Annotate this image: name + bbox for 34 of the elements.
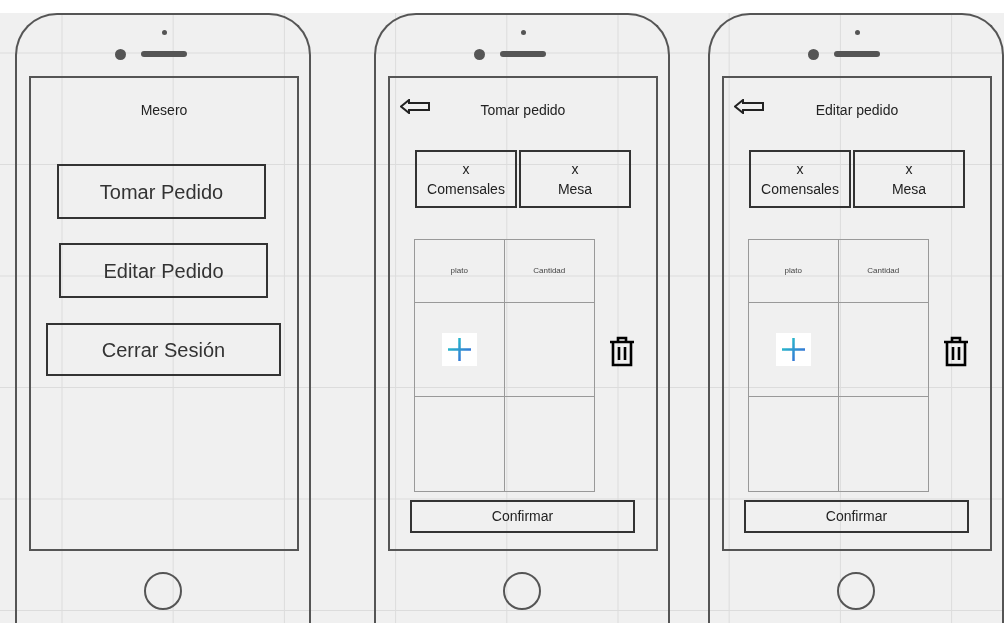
speaker-icon [834,51,880,57]
trash-icon[interactable] [943,336,969,367]
column-header: plato [415,240,505,303]
speaker-icon [141,51,187,57]
sensor-icon [855,30,860,35]
home-button[interactable] [837,572,875,610]
trash-icon[interactable] [609,336,635,367]
home-button[interactable] [503,572,541,610]
column-header: plato [749,240,839,303]
add-icon[interactable] [441,333,477,366]
column-header: Cantidad [838,240,928,303]
info-field[interactable]: x Mesa [519,150,631,208]
camera-icon [474,49,485,60]
camera-icon [808,49,819,60]
screen-title: Mesero [139,101,189,120]
confirm-button[interactable]: Confirmar [410,500,635,533]
info-field[interactable]: x Comensales [415,150,517,208]
add-icon[interactable] [775,333,811,366]
menu-button[interactable]: Editar Pedido [59,243,268,298]
speaker-icon [500,51,546,57]
sensor-icon [521,30,526,35]
home-button[interactable] [144,572,182,610]
menu-button[interactable]: Tomar Pedido [57,164,266,219]
screen-title: Tomar pedido [479,101,567,120]
confirm-button[interactable]: Confirmar [744,500,969,533]
camera-icon [115,49,126,60]
column-header: Cantidad [504,240,594,303]
info-field[interactable]: x Comensales [749,150,851,208]
menu-button[interactable]: Cerrar Sesión [46,323,281,376]
sensor-icon [162,30,167,35]
back-arrow-icon[interactable] [734,99,764,114]
back-arrow-icon[interactable] [400,99,430,114]
screen-title: Editar pedido [814,101,900,120]
info-field[interactable]: x Mesa [853,150,965,208]
